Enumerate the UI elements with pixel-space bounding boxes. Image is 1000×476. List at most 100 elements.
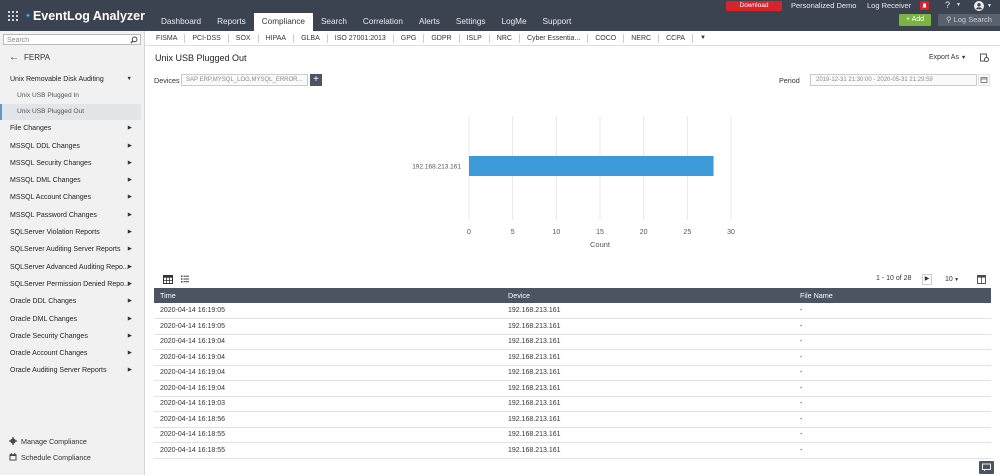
- table-row[interactable]: 2020-04-14 16:19:04 192.168.213.161-: [154, 334, 991, 350]
- sidebar-item-mssql-ddl[interactable]: MSSQL DDL Changes ▶: [0, 138, 141, 155]
- tab-compliance[interactable]: Compliance: [253, 13, 313, 31]
- tab-glba[interactable]: GLBA: [294, 33, 328, 43]
- schedule-compliance-link[interactable]: Schedule Compliance: [9, 449, 91, 465]
- calendar-icon[interactable]: [978, 74, 990, 86]
- cell-time: 2020-04-14 16:19:05: [154, 318, 502, 335]
- help-icon[interactable]: ?: [945, 0, 950, 10]
- tab-dashboard[interactable]: Dashboard: [153, 13, 209, 31]
- tab-iso27001[interactable]: ISO 27001:2013: [328, 33, 394, 43]
- tab-alerts[interactable]: Alerts: [411, 13, 448, 31]
- schedule-report-icon[interactable]: [980, 53, 989, 62]
- sidebar-item-mssql-security[interactable]: MSSQL Security Changes ▶: [0, 155, 141, 172]
- tab-support[interactable]: Support: [535, 13, 580, 31]
- table-row[interactable]: 2020-04-14 16:19:05 192.168.213.161-: [154, 303, 991, 319]
- table-row[interactable]: 2020-04-14 16:19:05 192.168.213.161-: [154, 318, 991, 335]
- cell-device: 192.168.213.161: [502, 334, 794, 350]
- sidebar-item-usb-plugged-out[interactable]: Unix USB Plugged Out: [0, 104, 141, 121]
- user-caret-icon[interactable]: ▼: [987, 3, 992, 9]
- bar[interactable]: [469, 156, 714, 176]
- sidebar-item-mssql-password[interactable]: MSSQL Password Changes ▶: [0, 207, 141, 224]
- sidebar-item-mssql-account[interactable]: MSSQL Account Changes ▶: [0, 189, 141, 206]
- search-icon[interactable]: [130, 36, 138, 44]
- notification-icon[interactable]: [920, 1, 929, 10]
- back-to-ferpa[interactable]: ← FERPA: [9, 51, 50, 63]
- expand-arrow-icon: ▶: [127, 211, 132, 218]
- sidebar-item-label: MSSQL Security Changes: [10, 159, 92, 167]
- tab-correlation[interactable]: Correlation: [355, 13, 411, 31]
- next-page-button[interactable]: ▶: [922, 274, 932, 285]
- table-row[interactable]: 2020-04-14 16:18:55 192.168.213.161-: [154, 427, 991, 443]
- period-field[interactable]: 2019-12-31 21:30:00 - 2020-05-31 21:29:5…: [810, 74, 977, 86]
- sidebar-item-mssql-dml[interactable]: MSSQL DML Changes ▶: [0, 172, 141, 189]
- tab-pci-dss[interactable]: PCI-DSS: [185, 33, 229, 43]
- sidebar-item-oracle-account[interactable]: Oracle Account Changes ▶: [0, 345, 141, 362]
- sidebar-item-oracle-dml[interactable]: Oracle DML Changes ▶: [0, 311, 141, 328]
- tab-logme[interactable]: LogMe: [494, 13, 535, 31]
- sidebar-item-sqlserver-permission[interactable]: SQLServer Permission Denied Repo... ▶: [0, 276, 141, 293]
- sidebar-item-oracle-auditing[interactable]: Oracle Auditing Server Reports ▶: [0, 362, 141, 379]
- sidebar-item-label: Oracle DDL Changes: [10, 298, 77, 306]
- tab-nrc[interactable]: NRC: [490, 33, 520, 43]
- column-header-device[interactable]: Device: [502, 288, 794, 303]
- download-button[interactable]: Download: [726, 1, 782, 11]
- column-chooser-icon[interactable]: [977, 275, 986, 284]
- sidebar-search-input[interactable]: [4, 36, 126, 45]
- more-tabs-dropdown-icon[interactable]: ▼: [693, 34, 713, 43]
- table-row[interactable]: 2020-04-14 16:19:03 192.168.213.161-: [154, 396, 991, 412]
- tab-gpg[interactable]: GPG: [394, 33, 425, 43]
- tab-gdpr[interactable]: GDPR: [424, 33, 460, 43]
- table-row[interactable]: 2020-04-14 16:19:04 192.168.213.161-: [154, 365, 991, 381]
- tab-hipaa[interactable]: HIPAA: [259, 33, 295, 43]
- personalized-demo-link[interactable]: Personalized Demo: [791, 1, 856, 10]
- tab-search[interactable]: Search: [313, 13, 355, 31]
- gear-icon: [9, 437, 17, 445]
- export-as-dropdown[interactable]: Export As ▼: [929, 54, 966, 61]
- add-button[interactable]: + Add: [899, 14, 931, 26]
- tab-settings[interactable]: Settings: [448, 13, 494, 31]
- sidebar-item-oracle-security[interactable]: Oracle Security Changes ▶: [0, 328, 141, 345]
- sidebar-item-sqlserver-violation[interactable]: SQLServer Violation Reports ▶: [0, 224, 141, 241]
- add-device-button[interactable]: +: [310, 74, 322, 86]
- export-as-label: Export As: [929, 54, 959, 61]
- log-search-button[interactable]: ⚲ Log Search: [938, 14, 1000, 26]
- app-grid-icon[interactable]: [8, 10, 18, 21]
- cell-device: 192.168.213.161: [502, 318, 794, 335]
- table-row[interactable]: 2020-04-14 16:18:56 192.168.213.161-: [154, 411, 991, 428]
- manage-compliance-link[interactable]: Manage Compliance: [9, 433, 91, 449]
- list-view-icon[interactable]: [181, 275, 189, 283]
- sidebar-item-label: MSSQL Account Changes: [10, 194, 92, 202]
- expand-arrow-icon: ▶: [127, 367, 132, 374]
- tab-fisma[interactable]: FISMA: [145, 33, 186, 43]
- table-view-icon[interactable]: [163, 275, 173, 284]
- tab-coco[interactable]: COCO: [588, 33, 625, 43]
- tab-islp[interactable]: ISLP: [460, 33, 490, 43]
- tab-reports[interactable]: Reports: [209, 13, 254, 31]
- table-row[interactable]: 2020-04-14 16:19:04 192.168.213.161-: [154, 349, 991, 366]
- help-caret-icon[interactable]: ▼: [956, 2, 961, 8]
- sidebar-item-sqlserver-advanced[interactable]: SQLServer Advanced Auditing Repo... ▶: [0, 259, 141, 276]
- sidebar-item-sqlserver-auditing[interactable]: SQLServer Auditing Server Reports ▶: [0, 241, 141, 258]
- expand-arrow-icon: ▶: [127, 298, 132, 305]
- sidebar-item-oracle-ddl[interactable]: Oracle DDL Changes ▶: [0, 293, 141, 310]
- chat-icon[interactable]: [979, 461, 994, 474]
- tab-cyber-essentials[interactable]: Cyber Essentia...: [520, 33, 589, 43]
- log-receiver-link[interactable]: Log Receiver: [867, 1, 911, 10]
- user-icon[interactable]: [974, 1, 984, 11]
- sidebar-item-file-changes[interactable]: File Changes ▶: [0, 120, 141, 137]
- x-tick-label: 30: [727, 229, 735, 236]
- expand-arrow-icon: ▶: [127, 315, 132, 322]
- devices-label: Devices: [154, 76, 180, 85]
- table-row[interactable]: 2020-04-14 16:19:04 192.168.213.161-: [154, 380, 991, 397]
- sidebar-item-label: SQLServer Violation Reports: [10, 229, 100, 237]
- table-row[interactable]: 2020-04-14 16:18:55 192.168.213.161-: [154, 442, 991, 459]
- tab-ccpa[interactable]: CCPA: [659, 33, 694, 43]
- column-header-file-name[interactable]: File Name: [794, 288, 991, 303]
- devices-field[interactable]: SAP ERP,MYSQL_LOG,MYSQL_ERROR...: [181, 74, 308, 86]
- tab-sox[interactable]: SOX: [229, 33, 259, 43]
- column-header-time[interactable]: Time: [154, 288, 502, 303]
- cell-device: 192.168.213.161: [502, 303, 794, 319]
- sidebar-item-unix-removable-disk[interactable]: Unix Removable Disk Auditing ▼: [0, 71, 141, 88]
- rows-per-page-select[interactable]: 10 ▼: [945, 274, 963, 285]
- tab-nerc[interactable]: NERC: [624, 33, 660, 43]
- sidebar-item-usb-plugged-in[interactable]: Unix USB Plugged In: [0, 88, 141, 104]
